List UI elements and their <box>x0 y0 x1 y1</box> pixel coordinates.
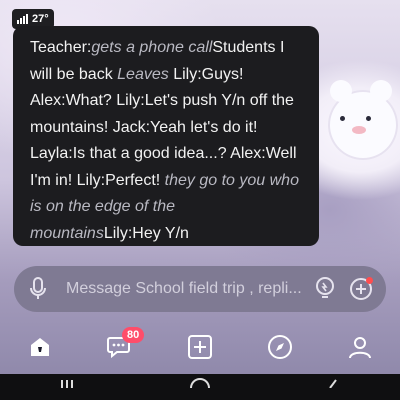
back-button[interactable] <box>313 374 353 400</box>
microphone-icon[interactable] <box>24 277 52 301</box>
message-action-text: gets a phone call <box>91 39 213 56</box>
nav-explore[interactable] <box>258 327 302 367</box>
profile-icon <box>349 337 371 359</box>
message-input[interactable]: Message School field trip , repli... <box>66 280 304 298</box>
message-text: Teacher:gets a phone callStudents I will… <box>30 39 299 242</box>
nav-chats[interactable]: 80 <box>98 327 145 367</box>
message-dialogue-text: Teacher: <box>30 39 92 56</box>
create-icon <box>188 335 212 359</box>
message-dialogue-text: Lily:Hey Y/n <box>103 224 189 242</box>
nav-profile[interactable] <box>338 327 382 367</box>
notification-dot <box>366 277 373 284</box>
system-nav-bar <box>0 374 400 400</box>
bottom-nav: 80 <box>0 322 400 372</box>
nav-create[interactable] <box>178 327 222 367</box>
plus-circle-icon[interactable] <box>346 274 376 304</box>
message-composer[interactable]: Message School field trip , repli... <box>14 266 386 312</box>
explore-icon <box>268 335 292 359</box>
signal-icon <box>17 14 28 24</box>
message-dialogue-text: Lily:Guys! Alex:What? Lily:Let's push Y/… <box>30 65 297 189</box>
status-temperature: 27° <box>32 13 49 25</box>
home-icon <box>31 338 49 356</box>
bear-illustration <box>328 80 398 160</box>
lightbulb-icon[interactable] <box>310 274 340 304</box>
recents-button[interactable] <box>47 374 87 400</box>
message-action-text: Leaves <box>117 65 169 83</box>
message-bubble[interactable]: Teacher:gets a phone callStudents I will… <box>13 26 319 246</box>
nav-home[interactable] <box>18 327 62 367</box>
home-button[interactable] <box>180 374 220 400</box>
unread-badge: 80 <box>122 327 145 343</box>
